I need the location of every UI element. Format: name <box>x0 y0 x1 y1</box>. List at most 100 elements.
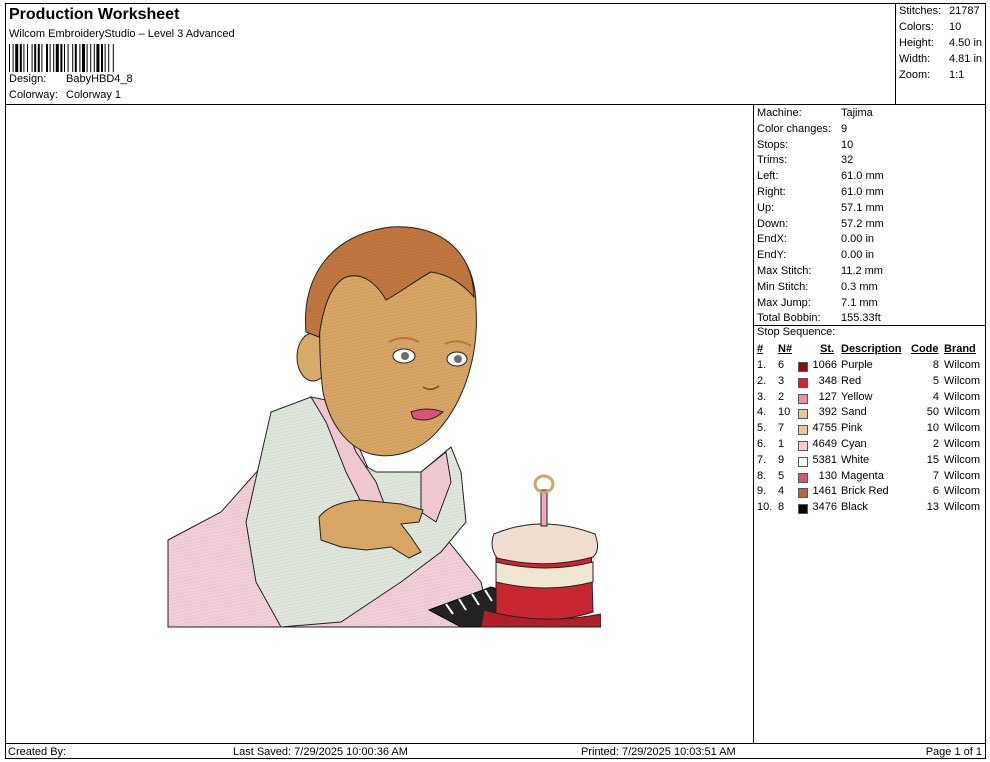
machine-info-row: Max Jump: 7.1 mm <box>757 297 878 312</box>
row-code: 2 <box>932 438 939 450</box>
info-label: Left: <box>757 170 779 183</box>
row-num: 2. <box>757 374 767 387</box>
design-label: Design: <box>9 73 47 85</box>
stop-sequence-row: 9. 4 1461 Brick Red 6 Wilcom <box>754 485 986 501</box>
row-num: 7. <box>757 453 767 466</box>
created-by: Created By: <box>8 746 67 758</box>
row-stitches: 348 <box>818 374 837 387</box>
last-saved: Last Saved: 7/29/2025 10:00:36 AM <box>233 746 408 758</box>
row-needle: 9 <box>778 453 785 466</box>
machine-info-row: EndY: 0.00 in <box>757 249 874 264</box>
info-label: Stops: <box>757 138 789 151</box>
row-needle: 2 <box>778 390 785 403</box>
machine-info-row: Down: 57.2 mm <box>757 218 884 233</box>
stop-sequence-row: 1. 6 1066 Purple 8 Wilcom <box>754 359 986 375</box>
info-label: Color changes: <box>757 122 831 135</box>
row-brand: Wilcom <box>944 501 981 514</box>
worksheet-header: Production Worksheet Wilcom EmbroiderySt… <box>6 4 895 105</box>
row-stitches: 1461 <box>812 485 837 498</box>
row-code: 4 <box>932 390 939 403</box>
row-stitches: 5381 <box>812 453 837 466</box>
stat-value: 21787 <box>949 5 980 17</box>
row-num: 4. <box>757 406 767 419</box>
row-description: Black <box>841 501 868 514</box>
stat-row: Zoom: 1:1 <box>899 69 964 81</box>
machine-info-row: Max Stitch: 11.2 mm <box>757 265 883 280</box>
info-label: Down: <box>757 217 789 230</box>
row-needle: 1 <box>778 438 785 450</box>
machine-info-row: Stops: 10 <box>757 139 853 154</box>
row-stitches: 3476 <box>812 501 837 514</box>
row-brand: Wilcom <box>944 438 981 450</box>
info-label: Total Bobbin: <box>757 312 821 325</box>
stat-value: 10 <box>949 21 962 33</box>
row-brand: Wilcom <box>944 374 981 387</box>
stat-value: 1:1 <box>949 69 965 81</box>
row-code: 7 <box>932 469 939 482</box>
row-brand: Wilcom <box>944 390 981 403</box>
row-num: 10. <box>757 501 773 514</box>
info-value: Tajima <box>841 107 873 119</box>
machine-info-row: Color changes: 9 <box>757 123 847 138</box>
stat-row: Width: 4.81 in <box>899 53 982 65</box>
stat-label: Zoom: <box>899 69 931 81</box>
stop-sequence-row: 4. 10 392 Sand 50 Wilcom <box>754 406 986 422</box>
design-stats: Stitches: 21787 Colors: 10 Height: 4.50 in … <box>895 4 986 105</box>
row-stitches: 4649 <box>812 438 837 450</box>
stop-sequence-row: 10. 8 3476 Black 13 Wilcom <box>754 501 986 517</box>
stat-value: 4.81 in <box>949 53 983 65</box>
machine-info-row: Trims: 32 <box>757 154 853 169</box>
colorway-row: Colorway: Colorway 1 <box>9 89 121 101</box>
col-needle: N# <box>778 343 793 355</box>
stop-sequence-title: Stop Sequence: <box>757 326 836 338</box>
row-stitches: 130 <box>818 469 837 482</box>
info-label: EndX: <box>757 233 787 246</box>
row-stitches: 392 <box>818 406 837 419</box>
row-num: 1. <box>757 359 767 371</box>
page-number: Page 1 of 1 <box>925 746 982 758</box>
stat-row: Stitches: 21787 <box>899 5 980 17</box>
row-code: 6 <box>932 485 939 498</box>
stat-row: Colors: 10 <box>899 21 961 33</box>
machine-info-row: Left: 61.0 mm <box>757 170 884 185</box>
design-name-row: Design: BabyHBD4_8 <box>9 73 133 85</box>
machine-info-row: Min Stitch: 0.3 mm <box>757 281 878 296</box>
info-value: 61.0 mm <box>841 186 884 198</box>
machine-info-row: EndX: 0.00 in <box>757 233 874 248</box>
info-value: 57.2 mm <box>841 217 884 230</box>
info-value: 155.33ft <box>841 312 881 325</box>
col-num: # <box>757 343 764 355</box>
row-brand: Wilcom <box>944 485 981 498</box>
row-num: 9. <box>757 485 767 498</box>
row-description: White <box>841 453 870 466</box>
row-needle: 5 <box>778 469 785 482</box>
info-label: Machine: <box>757 107 802 119</box>
stat-value: 4.50 in <box>949 37 983 49</box>
info-value: 61.0 mm <box>841 170 884 183</box>
row-brand: Wilcom <box>944 453 981 466</box>
row-needle: 10 <box>778 406 791 419</box>
row-stitches: 1066 <box>812 359 837 371</box>
stat-row: Height: 4.50 in <box>899 37 982 49</box>
info-value: 11.2 mm <box>841 265 883 277</box>
worksheet: Production Worksheet Wilcom EmbroiderySt… <box>5 3 986 759</box>
row-needle: 7 <box>778 422 785 435</box>
printed-date: Printed: 7/29/2025 10:03:51 AM <box>581 746 736 758</box>
row-num: 5. <box>757 422 767 435</box>
info-value: 7.1 mm <box>841 296 878 309</box>
stat-label: Colors: <box>899 21 934 33</box>
stop-sequence-row: 8. 5 130 Magenta 7 Wilcom <box>754 470 986 486</box>
row-description: Cyan <box>841 438 867 450</box>
info-label: Right: <box>757 186 786 198</box>
col-brand: Brand <box>944 343 976 355</box>
row-description: Magenta <box>841 469 884 482</box>
info-value: 0.00 in <box>841 249 875 262</box>
row-needle: 4 <box>778 485 785 498</box>
info-value: 0.00 in <box>841 233 875 246</box>
row-description: Purple <box>841 359 873 371</box>
stat-label: Stitches: <box>899 5 942 17</box>
stat-label: Width: <box>899 53 931 65</box>
row-stitches: 127 <box>818 390 837 403</box>
info-label: Max Jump: <box>757 296 811 309</box>
row-code: 50 <box>926 406 939 419</box>
